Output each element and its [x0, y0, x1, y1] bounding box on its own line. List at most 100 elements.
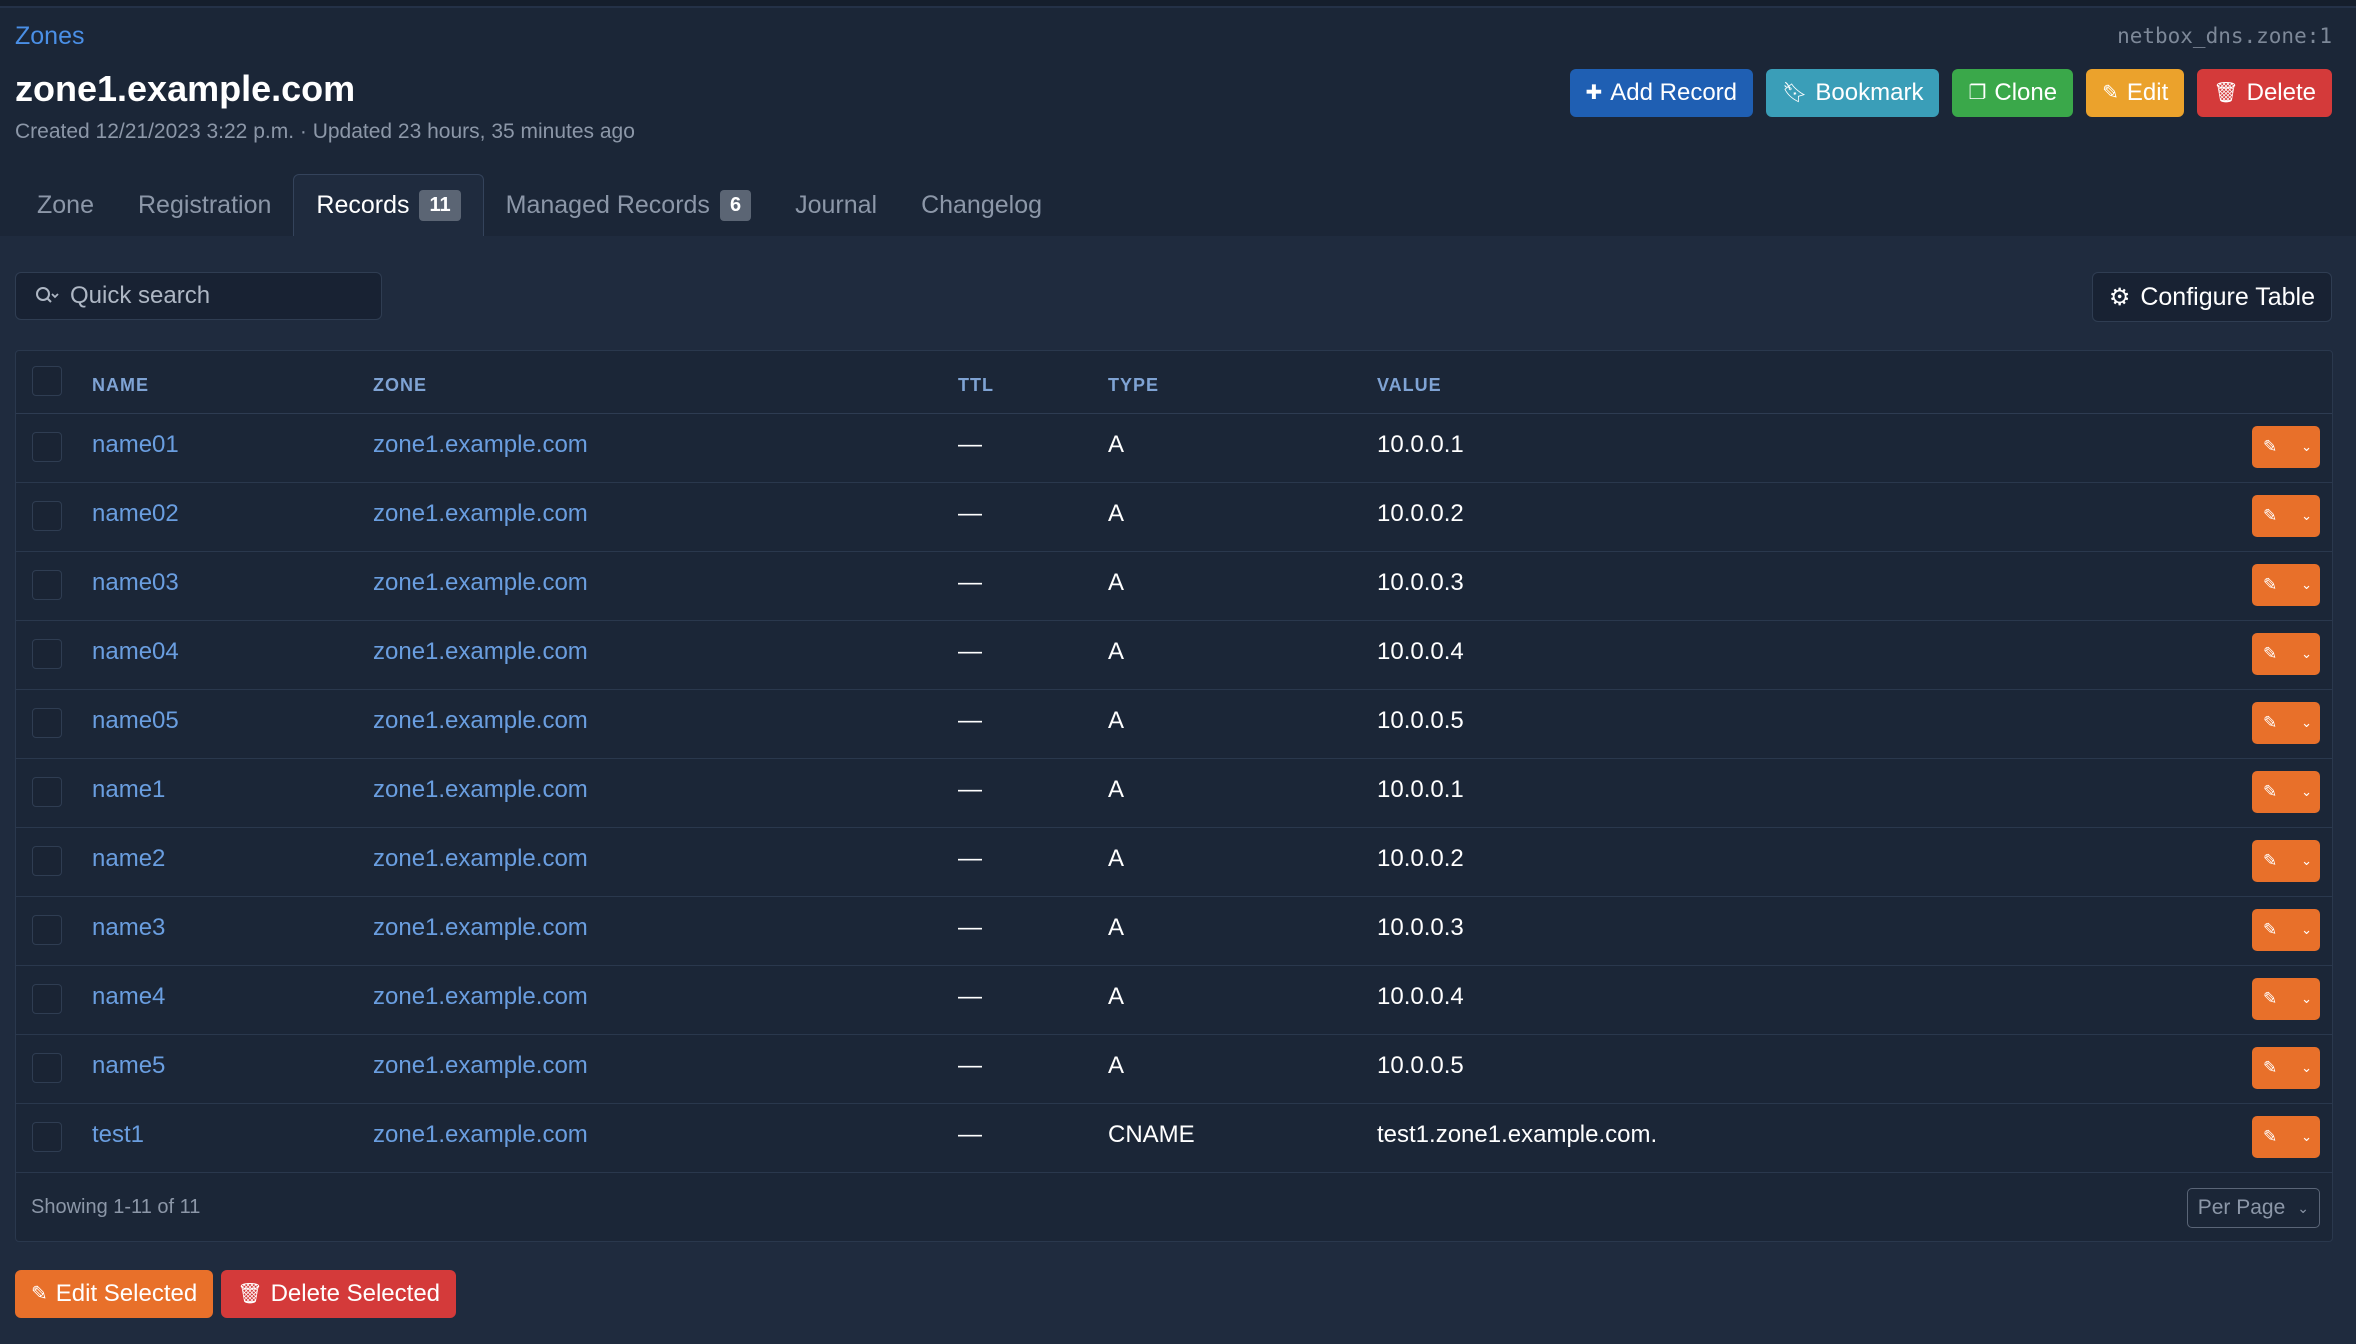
row-edit-dropdown-button[interactable]: ✎ ⌄	[2252, 840, 2320, 882]
record-ttl: —	[958, 1121, 982, 1148]
record-name-link[interactable]: name02	[92, 500, 179, 528]
record-ttl: —	[958, 845, 982, 872]
pencil-icon: ✎	[2263, 437, 2278, 456]
chevron-down-icon: ⌄	[2301, 577, 2312, 592]
record-type: CNAME	[1108, 1121, 1195, 1148]
quick-search-box[interactable]	[15, 272, 382, 320]
row-edit-dropdown-button[interactable]: ✎ ⌄	[2252, 1047, 2320, 1089]
tab-label: Records	[316, 191, 410, 219]
record-value: 10.0.0.1	[1377, 431, 1464, 458]
trash-icon: 🗑︎	[237, 1283, 263, 1305]
tab-managed-records[interactable]: Managed Records 6	[484, 174, 773, 236]
pencil-icon: ✎	[2263, 782, 2278, 801]
row-edit-dropdown-button[interactable]: ✎ ⌄	[2252, 426, 2320, 468]
chevron-down-icon: ⌄	[2301, 508, 2312, 523]
record-name-link[interactable]: name03	[92, 569, 179, 597]
select-all-checkbox[interactable]	[32, 366, 62, 396]
bookmark-button[interactable]: 🔖︎ Bookmark	[1766, 69, 1940, 117]
row-select-checkbox[interactable]	[32, 1122, 62, 1152]
row-select-checkbox[interactable]	[32, 984, 62, 1014]
record-name-link[interactable]: name3	[92, 914, 165, 942]
edit-label: Edit	[2126, 79, 2169, 106]
pencil-icon: ✎	[2263, 1127, 2278, 1146]
record-zone-link[interactable]: zone1.example.com	[373, 1052, 588, 1080]
record-name-link[interactable]: name04	[92, 638, 179, 666]
column-header-value[interactable]: VALUE	[1377, 375, 1442, 396]
row-select-checkbox[interactable]	[32, 1053, 62, 1083]
row-select-checkbox[interactable]	[32, 432, 62, 462]
record-type: A	[1108, 431, 1125, 458]
row-select-checkbox[interactable]	[32, 708, 62, 738]
object-identifier: netbox_dns.zone:1	[2117, 24, 2332, 48]
row-select-checkbox[interactable]	[32, 639, 62, 669]
column-header-zone[interactable]: ZONE	[373, 375, 427, 396]
chevron-down-icon: ⌄	[2301, 715, 2312, 730]
chevron-down-icon: ⌄	[2301, 991, 2312, 1006]
tab-changelog[interactable]: Changelog	[899, 174, 1064, 236]
record-name-link[interactable]: name4	[92, 983, 165, 1011]
record-type: A	[1108, 500, 1125, 527]
table-row: name2 zone1.example.com — A 10.0.0.2 ✎ ⌄	[16, 827, 2332, 897]
edit-selected-button[interactable]: ✎ Edit Selected	[15, 1270, 214, 1318]
per-page-dropdown[interactable]: Per Page ⌄	[2186, 1188, 2320, 1228]
record-zone-link[interactable]: zone1.example.com	[373, 707, 588, 735]
tab-registration[interactable]: Registration	[116, 174, 293, 236]
row-select-checkbox[interactable]	[32, 570, 62, 600]
row-edit-dropdown-button[interactable]: ✎ ⌄	[2252, 633, 2320, 675]
records-table: NAME ZONE TTL TYPE VALUE name01 zone1.exa…	[15, 350, 2333, 1242]
row-edit-dropdown-button[interactable]: ✎ ⌄	[2252, 909, 2320, 951]
search-icon	[36, 287, 59, 303]
row-select-checkbox[interactable]	[32, 846, 62, 876]
row-edit-dropdown-button[interactable]: ✎ ⌄	[2252, 978, 2320, 1020]
row-edit-dropdown-button[interactable]: ✎ ⌄	[2252, 564, 2320, 606]
row-edit-dropdown-button[interactable]: ✎ ⌄	[2252, 771, 2320, 813]
column-header-name[interactable]: NAME	[92, 375, 149, 396]
table-row: name03 zone1.example.com — A 10.0.0.3 ✎ ⌄	[16, 551, 2332, 621]
delete-button[interactable]: 🗑︎ Delete	[2197, 69, 2332, 117]
record-name-link[interactable]: name2	[92, 845, 165, 873]
pencil-icon: ✎	[2263, 506, 2278, 525]
column-header-type[interactable]: TYPE	[1108, 375, 1159, 396]
table-row: name05 zone1.example.com — A 10.0.0.5 ✎ ⌄	[16, 689, 2332, 759]
record-zone-link[interactable]: zone1.example.com	[373, 776, 588, 804]
tab-zone[interactable]: Zone	[15, 174, 116, 236]
record-zone-link[interactable]: zone1.example.com	[373, 638, 588, 666]
row-edit-dropdown-button[interactable]: ✎ ⌄	[2252, 1116, 2320, 1158]
clone-button[interactable]: ❐ Clone	[1952, 69, 2074, 117]
quick-search-input[interactable]	[68, 281, 372, 311]
record-zone-link[interactable]: zone1.example.com	[373, 914, 588, 942]
record-zone-link[interactable]: zone1.example.com	[373, 569, 588, 597]
tab-records[interactable]: Records 11	[293, 174, 484, 236]
row-select-checkbox[interactable]	[32, 777, 62, 807]
configure-table-button[interactable]: ⚙ Configure Table	[2091, 272, 2332, 322]
record-zone-link[interactable]: zone1.example.com	[373, 983, 588, 1011]
record-zone-link[interactable]: zone1.example.com	[373, 1121, 588, 1149]
edit-button[interactable]: ✎ Edit	[2086, 69, 2185, 117]
created-updated-info: Created 12/21/2023 3:22 p.m. · Updated 2…	[15, 120, 635, 143]
record-name-link[interactable]: name01	[92, 431, 179, 459]
row-select-checkbox[interactable]	[32, 915, 62, 945]
record-zone-link[interactable]: zone1.example.com	[373, 500, 588, 528]
record-name-link[interactable]: test1	[92, 1121, 144, 1149]
record-zone-link[interactable]: zone1.example.com	[373, 845, 588, 873]
breadcrumb-zones[interactable]: Zones	[15, 22, 84, 51]
row-select-checkbox[interactable]	[32, 501, 62, 531]
tab-label: Registration	[137, 190, 272, 219]
delete-selected-button[interactable]: 🗑︎ Delete Selected	[221, 1270, 457, 1318]
record-name-link[interactable]: name05	[92, 707, 179, 735]
record-type: A	[1108, 914, 1125, 941]
table-row: name3 zone1.example.com — A 10.0.0.3 ✎ ⌄	[16, 896, 2332, 966]
tab-journal[interactable]: Journal	[773, 174, 899, 236]
record-type: A	[1108, 1052, 1125, 1079]
column-header-ttl[interactable]: TTL	[958, 375, 994, 396]
table-header: NAME ZONE TTL TYPE VALUE	[16, 351, 2332, 414]
record-name-link[interactable]: name1	[92, 776, 165, 804]
record-name-link[interactable]: name5	[92, 1052, 165, 1080]
chevron-down-icon: ⌄	[2301, 784, 2312, 799]
top-border	[0, 0, 2356, 8]
row-edit-dropdown-button[interactable]: ✎ ⌄	[2252, 702, 2320, 744]
table-row: name4 zone1.example.com — A 10.0.0.4 ✎ ⌄	[16, 965, 2332, 1035]
record-zone-link[interactable]: zone1.example.com	[373, 431, 588, 459]
row-edit-dropdown-button[interactable]: ✎ ⌄	[2252, 495, 2320, 537]
add-record-button[interactable]: ✚ Add Record	[1569, 69, 1754, 117]
